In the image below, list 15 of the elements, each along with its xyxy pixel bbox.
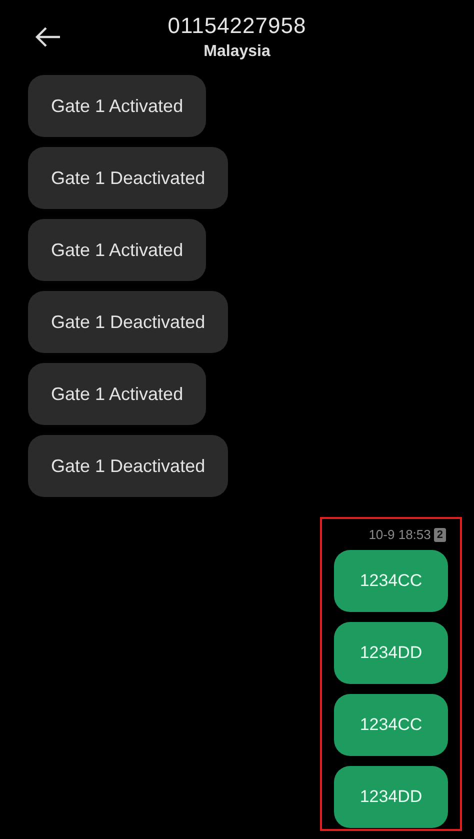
received-message: Gate 1 Deactivated — [28, 435, 228, 497]
sim-badge: 2 — [434, 528, 446, 542]
sent-message: 1234DD — [334, 766, 448, 828]
back-arrow-icon[interactable] — [34, 26, 62, 48]
contact-location: Malaysia — [204, 43, 270, 61]
received-message: Gate 1 Deactivated — [28, 147, 228, 209]
contact-number: 01154227958 — [168, 13, 306, 39]
received-message: Gate 1 Activated — [28, 363, 206, 425]
sent-message: 1234DD — [334, 622, 448, 684]
received-message: Gate 1 Activated — [28, 219, 206, 281]
sent-message: 1234CC — [334, 550, 448, 612]
sent-message: 1234CC — [334, 694, 448, 756]
message-timestamp: 10-9 18:53 — [368, 527, 431, 542]
received-message: Gate 1 Deactivated — [28, 291, 228, 353]
received-message: Gate 1 Activated — [28, 75, 206, 137]
